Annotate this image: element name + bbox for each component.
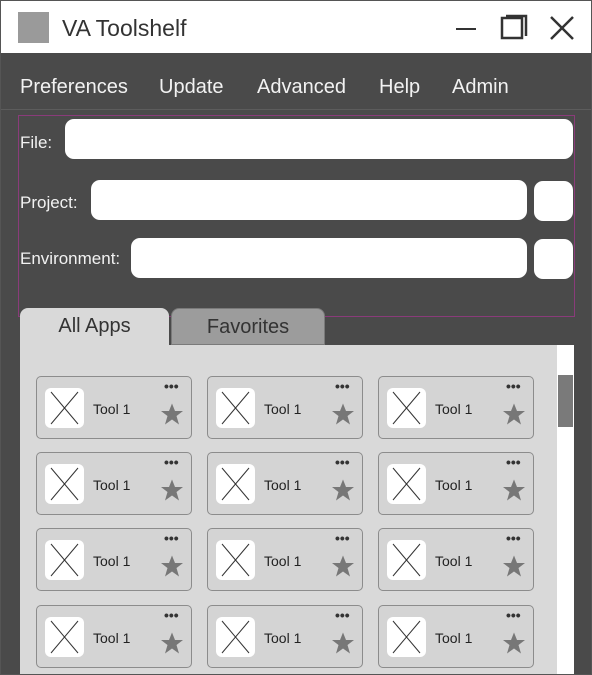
tool-label: Tool 1 [93, 477, 131, 493]
scrollbar-thumb[interactable] [558, 375, 573, 427]
favorite-star-icon[interactable] [160, 631, 184, 655]
more-options-icon[interactable]: ••• [164, 455, 179, 469]
environment-label: Environment: [20, 249, 121, 268]
tool-image-placeholder-icon [216, 464, 255, 504]
tool-label: Tool 1 [435, 630, 473, 646]
tool-card[interactable]: Tool 1 ••• [207, 528, 363, 591]
favorite-star-icon[interactable] [502, 554, 526, 578]
favorite-star-icon[interactable] [160, 554, 184, 578]
favorite-star-icon[interactable] [502, 402, 526, 426]
menu-item-advanced[interactable]: Advanced [257, 75, 346, 99]
tool-card[interactable]: Tool 1 ••• [36, 376, 192, 439]
tool-card[interactable]: Tool 1 ••• [36, 452, 192, 515]
more-options-icon[interactable]: ••• [335, 379, 350, 393]
tool-card[interactable]: Tool 1 ••• [207, 605, 363, 668]
tool-label: Tool 1 [264, 401, 302, 417]
tool-card[interactable]: Tool 1 ••• [378, 528, 534, 591]
minimize-icon[interactable] [451, 13, 481, 43]
close-icon[interactable] [547, 13, 577, 43]
tool-label: Tool 1 [264, 553, 302, 569]
tool-card[interactable]: Tool 1 ••• [207, 452, 363, 515]
tool-image-placeholder-icon [216, 617, 255, 657]
tool-card[interactable]: Tool 1 ••• [378, 452, 534, 515]
favorite-star-icon[interactable] [502, 631, 526, 655]
tool-image-placeholder-icon [387, 617, 426, 657]
tool-label: Tool 1 [93, 553, 131, 569]
tool-label: Tool 1 [435, 553, 473, 569]
favorite-star-icon[interactable] [331, 631, 355, 655]
window-title: VA Toolshelf [62, 15, 187, 41]
more-options-icon[interactable]: ••• [164, 379, 179, 393]
favorite-star-icon[interactable] [502, 478, 526, 502]
project-label: Project: [20, 193, 78, 212]
more-options-icon[interactable]: ••• [335, 608, 350, 622]
tool-image-placeholder-icon [216, 540, 255, 580]
tab-all-apps[interactable]: All Apps [20, 308, 169, 345]
tool-label: Tool 1 [264, 477, 302, 493]
menu-bar: Preferences Update Advanced Help Admin [1, 53, 591, 110]
project-input[interactable] [91, 180, 527, 220]
title-bar: VA Toolshelf [1, 1, 591, 53]
tool-image-placeholder-icon [387, 464, 426, 504]
favorite-star-icon[interactable] [160, 402, 184, 426]
tool-image-placeholder-icon [45, 540, 84, 580]
menu-item-preferences[interactable]: Preferences [20, 75, 128, 99]
tool-image-placeholder-icon [216, 388, 255, 428]
tool-image-placeholder-icon [387, 540, 426, 580]
more-options-icon[interactable]: ••• [506, 455, 521, 469]
tool-image-placeholder-icon [45, 388, 84, 428]
app-window: VA Toolshelf Preferences Update Advanced… [0, 0, 592, 675]
file-label: File: [20, 133, 53, 152]
tool-card[interactable]: Tool 1 ••• [36, 528, 192, 591]
more-options-icon[interactable]: ••• [506, 531, 521, 545]
file-input[interactable] [65, 119, 573, 159]
tool-card[interactable]: Tool 1 ••• [378, 605, 534, 668]
favorite-star-icon[interactable] [160, 478, 184, 502]
tool-card[interactable]: Tool 1 ••• [207, 376, 363, 439]
tool-image-placeholder-icon [45, 617, 84, 657]
tool-image-placeholder-icon [45, 464, 84, 504]
favorite-star-icon[interactable] [331, 478, 355, 502]
more-options-icon[interactable]: ••• [506, 608, 521, 622]
menu-item-admin[interactable]: Admin [452, 75, 509, 99]
more-options-icon[interactable]: ••• [335, 531, 350, 545]
more-options-icon[interactable]: ••• [335, 455, 350, 469]
project-picker-button[interactable] [534, 181, 573, 221]
more-options-icon[interactable]: ••• [506, 379, 521, 393]
tool-label: Tool 1 [93, 630, 131, 646]
menu-item-help[interactable]: Help [379, 75, 420, 99]
menu-item-update[interactable]: Update [159, 75, 224, 99]
tool-image-placeholder-icon [387, 388, 426, 428]
more-options-icon[interactable]: ••• [164, 608, 179, 622]
tool-label: Tool 1 [264, 630, 302, 646]
tool-card[interactable]: Tool 1 ••• [36, 605, 192, 668]
tool-label: Tool 1 [435, 477, 473, 493]
tool-label: Tool 1 [93, 401, 131, 417]
favorite-star-icon[interactable] [331, 402, 355, 426]
tool-label: Tool 1 [435, 401, 473, 417]
app-icon [18, 12, 49, 43]
environment-input[interactable] [131, 238, 527, 278]
environment-picker-button[interactable] [534, 239, 573, 279]
tool-card[interactable]: Tool 1 ••• [378, 376, 534, 439]
tab-favorites[interactable]: Favorites [171, 308, 325, 345]
restore-icon[interactable] [499, 13, 529, 43]
more-options-icon[interactable]: ••• [164, 531, 179, 545]
favorite-star-icon[interactable] [331, 554, 355, 578]
